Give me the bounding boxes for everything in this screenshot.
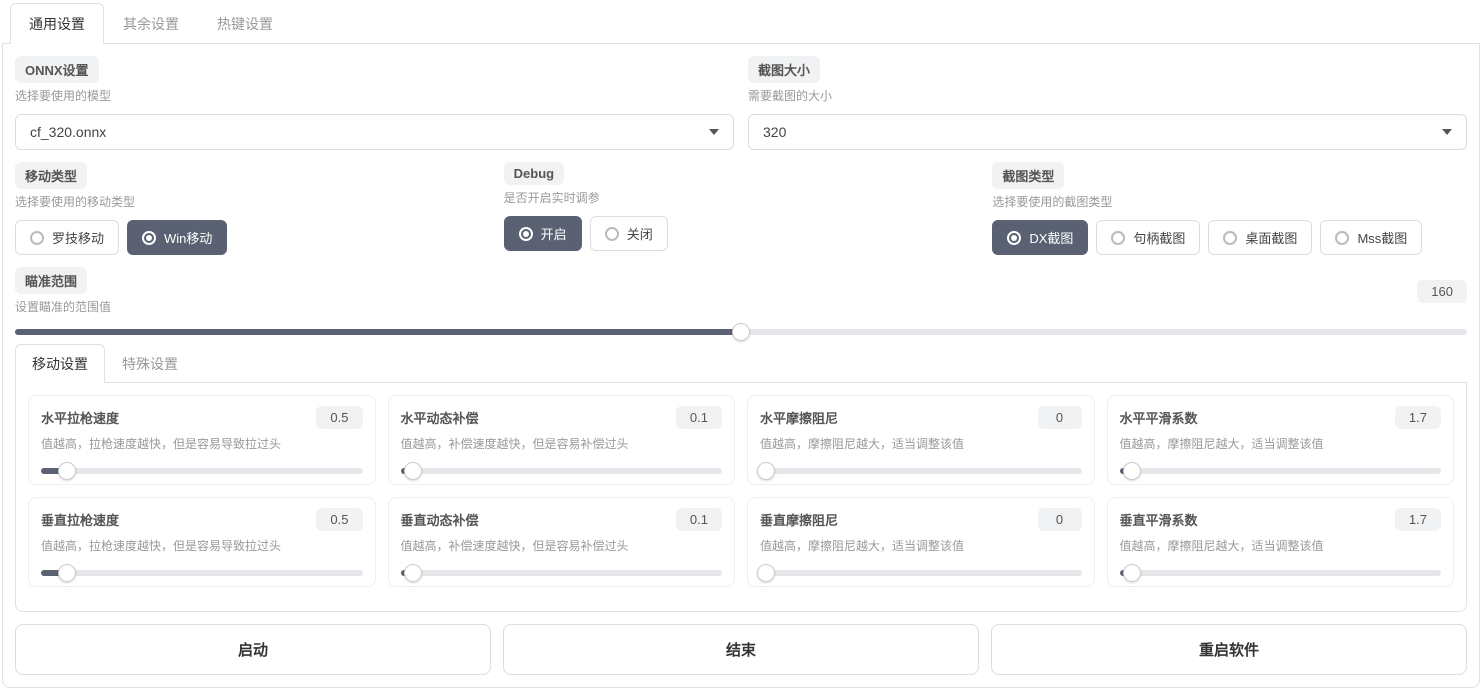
slider-thumb[interactable] [732, 323, 750, 341]
v-fric-slider[interactable] [760, 570, 1082, 576]
radio-desktop-capture[interactable]: 桌面截图 [1208, 220, 1312, 255]
slider-v-speed: 垂直拉枪速度0.5 值越高，拉枪速度越快，但是容易导致拉过头 [28, 497, 376, 587]
onnx-select[interactable]: cf_320.onnx [15, 114, 734, 150]
movetype-desc: 选择要使用的移动类型 [15, 193, 490, 210]
radio-icon [1111, 231, 1125, 245]
captype-title: 截图类型 [992, 162, 1064, 189]
radio-win-move[interactable]: Win移动 [127, 220, 227, 255]
v-smooth-value: 1.7 [1395, 508, 1441, 531]
aim-slider[interactable] [15, 329, 1467, 335]
slider-v-smooth: 垂直平滑系数1.7 值越高，摩擦阻尼越大，适当调整该值 [1107, 497, 1455, 587]
v-speed-slider[interactable] [41, 570, 363, 576]
slider-thumb[interactable] [757, 462, 775, 480]
slider-h-comp: 水平动态补偿0.1 值越高，补偿速度越快，但是容易补偿过头 [388, 395, 736, 485]
radio-dx-capture[interactable]: DX截图 [992, 220, 1088, 255]
radio-icon [519, 227, 533, 241]
aim-desc: 设置瞄准的范围值 [15, 298, 111, 315]
slider-thumb[interactable] [757, 564, 775, 582]
slider-thumb[interactable] [58, 462, 76, 480]
slider-thumb[interactable] [1123, 564, 1141, 582]
tab-move-settings[interactable]: 移动设置 [15, 344, 105, 383]
radio-debug-off[interactable]: 关闭 [590, 216, 668, 251]
radio-icon [1007, 231, 1021, 245]
h-smooth-value: 1.7 [1395, 406, 1441, 429]
aim-value: 160 [1417, 280, 1467, 303]
capsize-value: 320 [763, 124, 786, 140]
general-panel: ONNX设置 选择要使用的模型 cf_320.onnx 截图大小 需要截图的大小… [2, 44, 1480, 688]
slider-thumb[interactable] [58, 564, 76, 582]
capsize-select[interactable]: 320 [748, 114, 1467, 150]
slider-h-smooth: 水平平滑系数1.7 值越高，摩擦阻尼越大，适当调整该值 [1107, 395, 1455, 485]
move-settings-panel: 水平拉枪速度0.5 值越高，拉枪速度越快，但是容易导致拉过头 水平动态补偿0.1… [15, 383, 1467, 612]
main-tabs: 通用设置 其余设置 热键设置 [2, 2, 1480, 44]
v-speed-value: 0.5 [316, 508, 362, 531]
slider-v-fric: 垂直摩擦阻尼0 值越高，摩擦阻尼越大，适当调整该值 [747, 497, 1095, 587]
slider-h-speed: 水平拉枪速度0.5 值越高，拉枪速度越快，但是容易导致拉过头 [28, 395, 376, 485]
capsize-desc: 需要截图的大小 [748, 87, 1467, 104]
onnx-value: cf_320.onnx [30, 124, 106, 140]
radio-icon [1223, 231, 1237, 245]
debug-desc: 是否开启实时调参 [504, 189, 979, 206]
h-speed-slider[interactable] [41, 468, 363, 474]
capsize-title: 截图大小 [748, 56, 820, 83]
radio-handle-capture[interactable]: 句柄截图 [1096, 220, 1200, 255]
h-comp-slider[interactable] [401, 468, 723, 474]
slider-h-fric: 水平摩擦阻尼0 值越高，摩擦阻尼越大，适当调整该值 [747, 395, 1095, 485]
onnx-desc: 选择要使用的模型 [15, 87, 734, 104]
movetype-title: 移动类型 [15, 162, 87, 189]
radio-icon [1335, 231, 1349, 245]
slider-v-comp: 垂直动态补偿0.1 值越高，补偿速度越快，但是容易补偿过头 [388, 497, 736, 587]
onnx-title: ONNX设置 [15, 56, 99, 83]
h-fric-value: 0 [1038, 406, 1082, 429]
start-button[interactable]: 启动 [15, 624, 491, 675]
h-comp-value: 0.1 [676, 406, 722, 429]
chevron-down-icon [1442, 129, 1452, 135]
aim-title: 瞄准范围 [15, 267, 87, 294]
tab-other[interactable]: 其余设置 [104, 3, 198, 44]
h-smooth-slider[interactable] [1120, 468, 1442, 474]
v-fric-value: 0 [1038, 508, 1082, 531]
restart-button[interactable]: 重启软件 [991, 624, 1467, 675]
slider-thumb[interactable] [1123, 462, 1141, 480]
slider-thumb[interactable] [404, 564, 422, 582]
v-smooth-slider[interactable] [1120, 570, 1442, 576]
chevron-down-icon [709, 129, 719, 135]
debug-title: Debug [504, 162, 564, 185]
v-comp-slider[interactable] [401, 570, 723, 576]
tab-general[interactable]: 通用设置 [10, 3, 104, 44]
stop-button[interactable]: 结束 [503, 624, 979, 675]
radio-logitech-move[interactable]: 罗技移动 [15, 220, 119, 255]
radio-mss-capture[interactable]: Mss截图 [1320, 220, 1422, 255]
captype-desc: 选择要使用的截图类型 [992, 193, 1467, 210]
v-comp-value: 0.1 [676, 508, 722, 531]
h-fric-slider[interactable] [760, 468, 1082, 474]
radio-icon [30, 231, 44, 245]
tab-hotkey[interactable]: 热键设置 [198, 3, 292, 44]
radio-icon [142, 231, 156, 245]
slider-thumb[interactable] [404, 462, 422, 480]
radio-debug-on[interactable]: 开启 [504, 216, 582, 251]
radio-icon [605, 227, 619, 241]
h-speed-value: 0.5 [316, 406, 362, 429]
inner-tabs: 移动设置 特殊设置 [15, 343, 1467, 383]
tab-special-settings[interactable]: 特殊设置 [105, 344, 195, 383]
